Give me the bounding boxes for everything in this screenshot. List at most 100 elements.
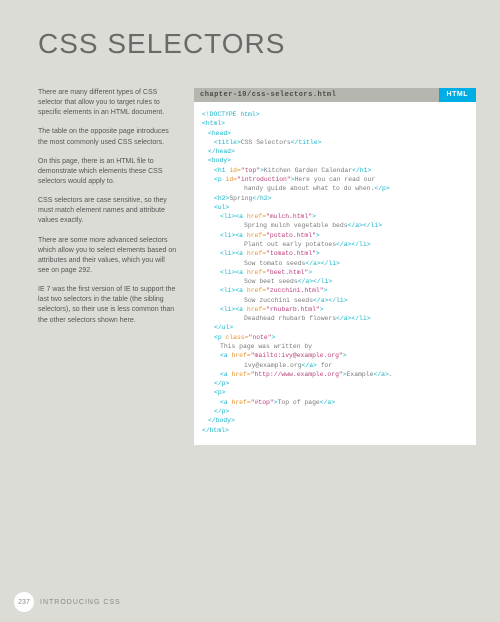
code-text: Top of page	[278, 399, 320, 406]
code-text: CSS Selectors	[241, 139, 291, 146]
code-attr: href=	[247, 250, 266, 257]
code-token: <a	[235, 213, 247, 220]
code-token: <h2>	[214, 195, 229, 202]
page-title: CSS SELECTORS	[0, 0, 500, 60]
code-attr: href=	[232, 371, 251, 378]
intro-para: On this page, there is an HTML file to d…	[38, 157, 178, 187]
code-text: handy guide about what to do when.	[244, 185, 374, 192]
code-token: >	[272, 334, 276, 341]
code-attr: href=	[247, 213, 266, 220]
intro-para: The table on the opposite page introduce…	[38, 127, 178, 147]
code-token: <p	[214, 176, 226, 183]
code-text: Kitchen Garden Calendar	[264, 167, 352, 174]
code-text: Plant out early potatoes	[244, 241, 336, 248]
code-token: </li>	[321, 260, 340, 267]
code-token: <li>	[220, 306, 235, 313]
code-attr: id=	[226, 176, 238, 183]
code-token: </ul>	[214, 324, 233, 331]
code-token: </h1>	[352, 167, 371, 174]
code-token: </body>	[208, 417, 235, 424]
code-token: </a>	[348, 222, 363, 229]
code-value: "mulch.html"	[266, 213, 312, 220]
code-value: "rhubarb.html"	[266, 306, 320, 313]
code-attr: href=	[247, 269, 266, 276]
code-value: "note"	[249, 334, 272, 341]
code-value: "mailto:ivy@example.org"	[251, 352, 343, 359]
code-token: <li>	[220, 250, 235, 257]
code-attr: href=	[247, 287, 266, 294]
code-token: </a>	[336, 315, 351, 322]
code-token: >	[312, 213, 316, 220]
code-text: .	[389, 371, 393, 378]
code-text: This page was written by	[220, 343, 312, 350]
page-number: 237	[14, 592, 34, 612]
code-token: <a	[220, 399, 232, 406]
code-token: <title>	[214, 139, 241, 146]
intro-para: There are some more advanced selectors w…	[38, 236, 178, 277]
code-token: </a>	[336, 241, 351, 248]
code-value: "#top"	[251, 399, 274, 406]
code-token: <a	[235, 232, 247, 239]
code-token: <!DOCTYPE html>	[202, 111, 260, 118]
code-token: </li>	[351, 241, 370, 248]
code-token: <a	[235, 269, 247, 276]
code-text: Sow zucchini seeds	[244, 297, 313, 304]
code-token: </li>	[313, 278, 332, 285]
code-token: </p>	[214, 380, 229, 387]
code-text: Deadhead rhubarb flowers	[244, 315, 336, 322]
code-token: <h1	[214, 167, 229, 174]
code-text: Sow beet seeds	[244, 278, 298, 285]
code-token: <li>	[220, 232, 235, 239]
code-text: for	[317, 362, 332, 369]
code-token: </a>	[373, 371, 388, 378]
code-token: <a	[235, 287, 247, 294]
intro-para: IE 7 was the first version of IE to supp…	[38, 285, 178, 326]
code-token: </li>	[363, 222, 382, 229]
code-token: </li>	[351, 315, 370, 322]
code-token: </title>	[291, 139, 322, 146]
code-attr: href=	[232, 352, 251, 359]
code-token: </a>	[302, 362, 317, 369]
code-token: <li>	[220, 287, 235, 294]
code-token: <a	[220, 371, 232, 378]
intro-para: CSS selectors are case sensitive, so the…	[38, 196, 178, 226]
code-value: "http://www.example.org"	[251, 371, 343, 378]
code-token: <a	[235, 306, 247, 313]
code-value: "introduction"	[237, 176, 291, 183]
code-value: "zucchini.html"	[266, 287, 324, 294]
code-text: Here you can read our	[295, 176, 376, 183]
code-body: <!DOCTYPE html> <html> <head> <title>CSS…	[194, 102, 476, 445]
code-token: >	[308, 269, 312, 276]
code-text: ivy@example.org	[244, 362, 302, 369]
code-token: </head>	[208, 148, 235, 155]
code-token: </h2>	[252, 195, 271, 202]
code-value: "top"	[241, 167, 260, 174]
code-value: "tomato.html"	[266, 250, 316, 257]
page-footer: 237 INTRODUCING CSS	[14, 592, 121, 612]
code-lang-badge: HTML	[439, 88, 476, 102]
code-token: <html>	[202, 120, 225, 127]
code-token: <li>	[220, 269, 235, 276]
code-token: >	[343, 352, 347, 359]
code-token: </a>	[320, 399, 335, 406]
code-attr: class=	[226, 334, 249, 341]
code-token: <ul>	[214, 204, 229, 211]
code-token: <a	[235, 250, 247, 257]
code-attr: id=	[229, 167, 241, 174]
code-panel: chapter-10/css-selectors.html HTML <!DOC…	[194, 88, 476, 445]
code-header: chapter-10/css-selectors.html HTML	[194, 88, 476, 102]
code-token: >	[324, 287, 328, 294]
code-text: Spring mulch vegetable beds	[244, 222, 348, 229]
content-row: There are many different types of CSS se…	[0, 60, 500, 445]
code-attr: href=	[247, 306, 266, 313]
code-token: <body>	[208, 157, 231, 164]
code-text: Example	[347, 371, 374, 378]
code-token: </li>	[328, 297, 347, 304]
code-token: <li>	[220, 213, 235, 220]
code-token: <p>	[214, 389, 226, 396]
intro-column: There are many different types of CSS se…	[38, 88, 178, 445]
code-token: </a>	[313, 297, 328, 304]
code-attr: href=	[232, 399, 251, 406]
code-token: >	[316, 250, 320, 257]
chapter-label: INTRODUCING CSS	[40, 599, 121, 606]
